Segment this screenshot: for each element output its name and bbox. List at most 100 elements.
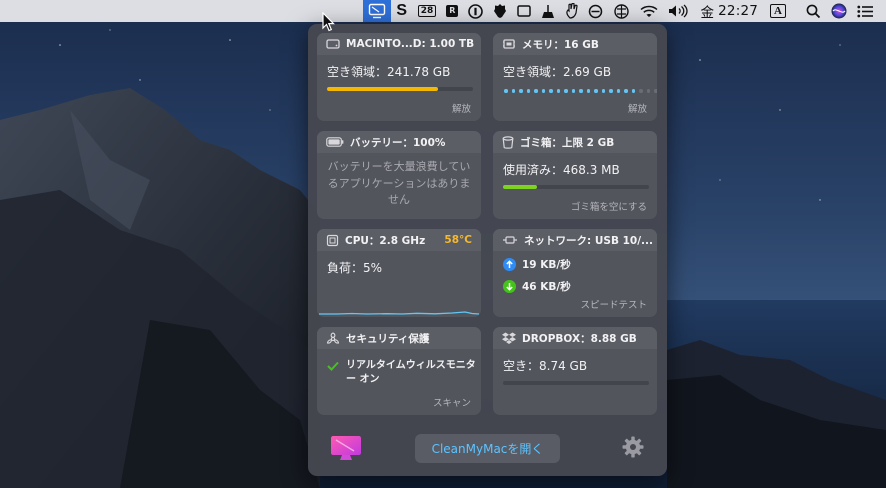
menu-bar: S 28 R 金 22:27 A: [0, 0, 886, 22]
memory-dot: [556, 89, 560, 93]
trash-card-header: ゴミ箱：上限 2 GB: [493, 131, 657, 153]
download-speed-row: 46 KB/秒: [503, 279, 571, 294]
siri-icon: [831, 3, 847, 19]
memory-dot: [564, 89, 568, 93]
memory-dot: [534, 89, 538, 93]
security-status-row: リアルタイムウィルスモニター オン: [327, 359, 477, 387]
battery-icon: [326, 137, 344, 147]
broom-menu-icon[interactable]: [536, 0, 560, 22]
memory-dot: [654, 89, 657, 93]
hand-menu-icon[interactable]: [560, 0, 583, 22]
clock-day: 金: [700, 5, 715, 21]
shield-menu-icon[interactable]: [488, 0, 512, 22]
r-app-icon: R: [446, 5, 459, 17]
calendar-menu-icon[interactable]: 28: [413, 0, 442, 22]
memory-free-space: 空き領域：2.69 GB: [503, 65, 612, 79]
dropbox-usage-bar: [503, 381, 649, 385]
notification-center-button[interactable]: [852, 0, 878, 22]
shield-icon: [494, 4, 507, 18]
memory-dot: [571, 89, 575, 93]
memory-dot: [519, 89, 523, 93]
security-title: セキュリティ保護: [346, 332, 430, 345]
dropbox-icon: [502, 332, 516, 344]
no-entry-menu-icon[interactable]: [583, 0, 608, 22]
siri-button[interactable]: [826, 0, 852, 22]
wifi-icon: [640, 5, 658, 17]
memory-free-up-link[interactable]: 解放: [628, 101, 647, 115]
memory-pressure-dots: [504, 89, 657, 93]
open-cleanmymac-button[interactable]: CleanMyMacを開く: [415, 434, 560, 463]
battery-card-header: バッテリー：100%: [317, 131, 481, 153]
disk-usage-bar-fill: [327, 87, 438, 91]
disk-card[interactable]: MACINTO...D: 1.00 TB 空き領域：241.78 GB 解放: [317, 33, 481, 121]
security-card[interactable]: セキュリティ保護 リアルタイムウィルスモニター オン スキャン: [317, 327, 481, 415]
dropbox-title: DROPBOX：8.88 GB: [522, 332, 637, 345]
memory-dot: [549, 89, 553, 93]
cpu-title: CPU：2.8 GHz: [345, 234, 426, 247]
memory-dot: [631, 89, 635, 93]
battery-card[interactable]: バッテリー：100% バッテリーを大量浪費しているアプリケーションはありません: [317, 131, 481, 219]
trash-title: ゴミ箱：上限 2 GB: [520, 136, 615, 149]
window-menu-icon[interactable]: [512, 0, 536, 22]
network-card[interactable]: ネットワーク: USB 10/... 19 KB/秒 46 KB/秒 スピードテ…: [493, 229, 657, 317]
speed-test-link[interactable]: スピードテスト: [580, 297, 647, 311]
download-arrow-icon: [503, 280, 516, 293]
battery-title: バッテリー：100%: [350, 136, 446, 149]
memory-dot: [504, 89, 508, 93]
upload-speed: 19 KB/秒: [522, 259, 571, 271]
cpu-icon: [326, 234, 339, 246]
clock-time: 22:27: [718, 3, 759, 19]
cleanmymac-app-icon[interactable]: [330, 434, 362, 462]
disk-icon: [326, 39, 340, 49]
cpu-load-graph: [319, 311, 480, 315]
cpu-card[interactable]: CPU：2.8 GHz 58°C 負荷：5%: [317, 229, 481, 317]
dropbox-card-header: DROPBOX：8.88 GB: [493, 327, 657, 349]
r-app-menu-icon[interactable]: R: [441, 0, 463, 22]
network-title: ネットワーク: USB 10/...: [524, 234, 654, 247]
dropbox-card[interactable]: DROPBOX：8.88 GB 空き：8.74 GB: [493, 327, 657, 415]
memory-dot: [511, 89, 515, 93]
volume-menu-icon[interactable]: [663, 0, 693, 22]
download-speed: 46 KB/秒: [522, 281, 571, 293]
biohazard-icon: [326, 331, 340, 344]
memory-dot: [639, 89, 643, 93]
search-icon: [806, 4, 821, 18]
cleanmymac-icon: [368, 3, 385, 19]
memory-dot: [541, 89, 545, 93]
memory-dot: [616, 89, 620, 93]
memory-card[interactable]: メモリ：16 GB 空き領域：2.69 GB 解放: [493, 33, 657, 121]
memory-chip-icon: [503, 39, 515, 49]
cpu-card-header: CPU：2.8 GHz 58°C: [317, 229, 481, 251]
gear-icon[interactable]: [622, 436, 644, 458]
spotlight-button[interactable]: [801, 0, 826, 22]
menu-clock[interactable]: 金 22:27: [693, 0, 765, 22]
dropbox-free-space: 空き：8.74 GB: [503, 359, 588, 373]
memory-dot: [609, 89, 613, 93]
memory-title: メモリ：16 GB: [522, 38, 599, 51]
cpu-load: 負荷：5%: [327, 261, 383, 275]
input-source-menu[interactable]: A: [765, 0, 791, 22]
memory-dot: [624, 89, 628, 93]
trash-used-space: 使用済み：468.3 MB: [503, 163, 620, 177]
scan-link[interactable]: スキャン: [433, 395, 471, 409]
vpn-icon: [614, 3, 630, 19]
wifi-menu-icon[interactable]: [635, 0, 663, 22]
upload-arrow-icon: [503, 258, 516, 271]
disk-free-up-link[interactable]: 解放: [452, 101, 471, 115]
1password-menu-icon[interactable]: [463, 0, 488, 22]
network-card-header: ネットワーク: USB 10/...: [493, 229, 657, 251]
broom-icon: [542, 4, 555, 18]
trash-icon: [502, 135, 514, 149]
cleanmymac-menu-icon[interactable]: [362, 0, 391, 22]
s-app-menu-icon[interactable]: S: [391, 0, 413, 22]
vpn-menu-icon[interactable]: [608, 0, 635, 22]
memory-dot: [579, 89, 583, 93]
1password-icon: [468, 3, 484, 19]
list-icon: [857, 5, 873, 17]
cleanmymac-menu-panel: MACINTO...D: 1.00 TB 空き領域：241.78 GB 解放 メ…: [308, 24, 667, 476]
hand-icon: [566, 3, 579, 19]
disk-title: MACINTO...D: 1.00 TB: [346, 38, 475, 50]
memory-dot: [526, 89, 530, 93]
empty-trash-link[interactable]: ゴミ箱を空にする: [571, 199, 647, 213]
trash-card[interactable]: ゴミ箱：上限 2 GB 使用済み：468.3 MB ゴミ箱を空にする: [493, 131, 657, 219]
